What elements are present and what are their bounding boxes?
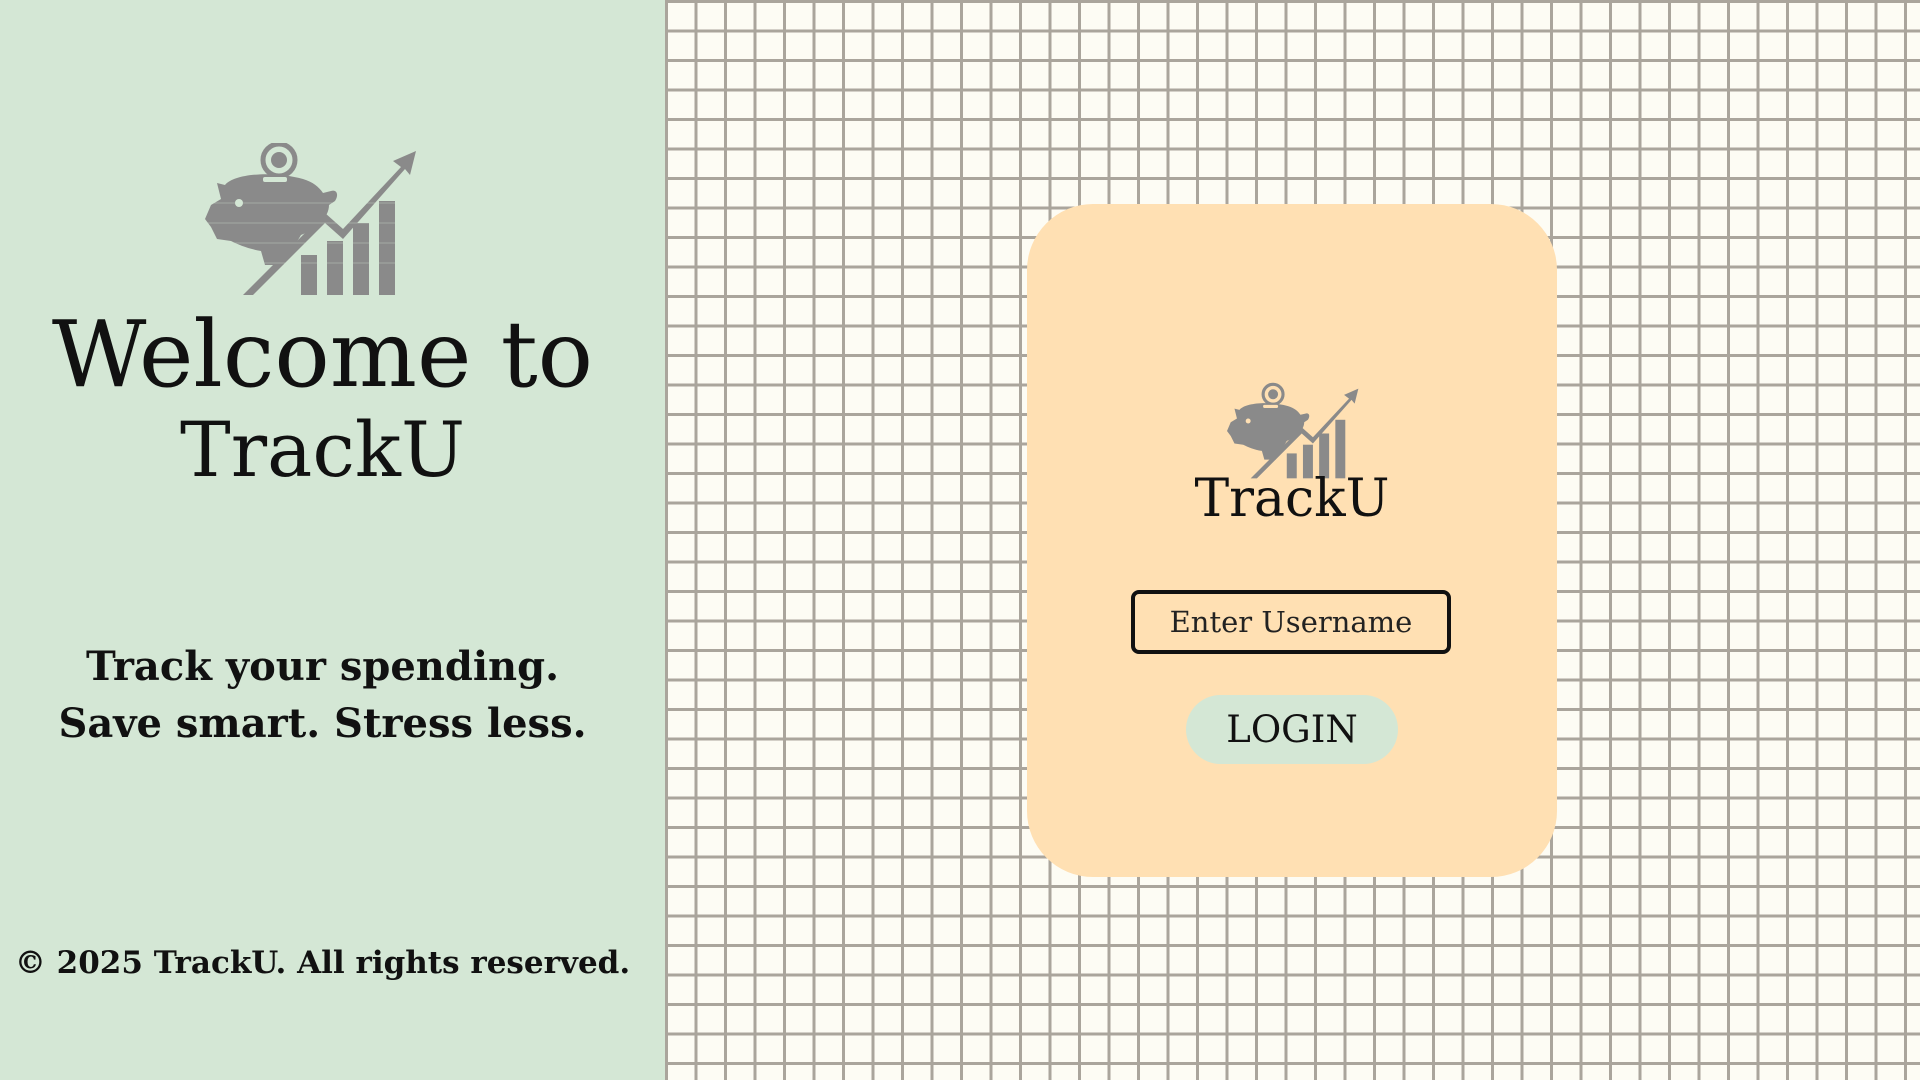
app-name-title: TrackU (180, 405, 465, 494)
login-card: TrackU LOGIN (1027, 204, 1557, 877)
login-page: Welcome to TrackU Track your spending. S… (0, 0, 1920, 1080)
card-app-title: TrackU (1194, 469, 1390, 529)
piggy-bank-growth-icon (205, 143, 417, 295)
login-button[interactable]: LOGIN (1186, 695, 1398, 764)
copyright-text: © 2025 TrackU. All rights reserved. (14, 945, 631, 981)
welcome-panel: Welcome to TrackU Track your spending. S… (0, 0, 665, 1080)
welcome-title: Welcome to (51, 301, 594, 408)
tagline: Track your spending. Save smart. Stress … (58, 643, 587, 747)
username-input[interactable] (1131, 590, 1451, 654)
